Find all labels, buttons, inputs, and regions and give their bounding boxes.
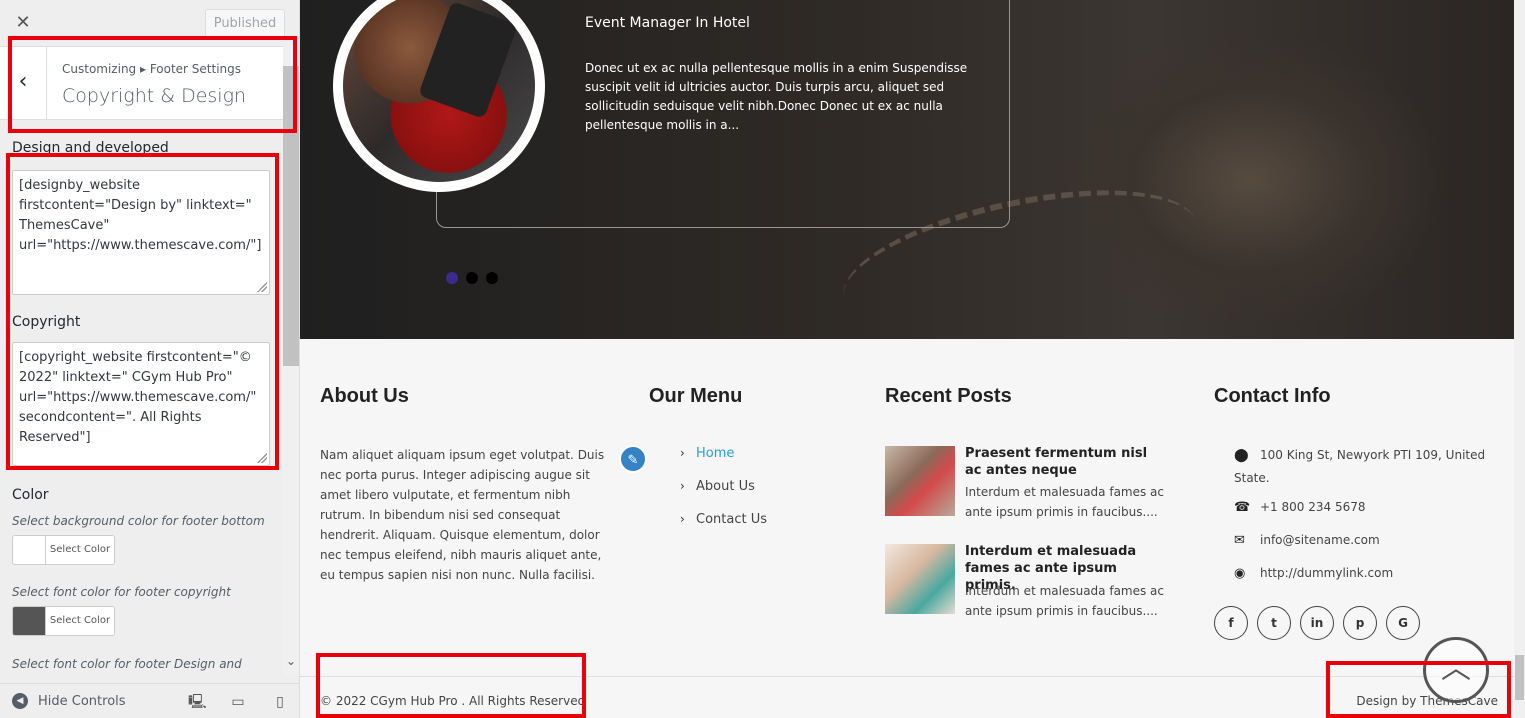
design-font-color-description: Select font color for footer Design and [12, 657, 242, 671]
footer-menu-contact[interactable]: › Contact Us [680, 512, 767, 527]
chevron-left-icon: ‹ [18, 69, 28, 94]
back-button[interactable]: ‹ [0, 47, 47, 119]
bg-color-swatch [13, 536, 45, 564]
copyright-label: Copyright [12, 314, 81, 330]
design-textarea[interactable]: [designby_website firstcontent="Design b… [12, 170, 270, 295]
about-heading: About Us [320, 385, 409, 407]
menu-item-label: Contact Us [696, 512, 767, 527]
published-button[interactable]: Published [205, 9, 285, 39]
color-heading: Color [12, 487, 49, 503]
contact-email: ✉ info@sitename.com [1234, 529, 1499, 552]
customizer-sidebar: ✕ Published ‹ Customizing ▸ Footer Setti… [0, 0, 300, 718]
site-footer: About Us Nam aliquet aliquam ipsum eget … [300, 339, 1514, 718]
contact-website: ◉ http://dummylink.com [1234, 562, 1499, 585]
google-plus-icon[interactable]: G [1386, 606, 1420, 640]
footer-menu-about[interactable]: › About Us [680, 479, 755, 494]
mobile-preview-icon[interactable]: ▯ [271, 693, 289, 711]
carousel-dot-1[interactable] [446, 272, 458, 284]
breadcrumb: Customizing ▸ Footer Settings [62, 62, 242, 76]
copyright-text: © 2022 CGym Hub Pro . All Rights Reserve… [320, 694, 586, 708]
copyright-textarea[interactable]: [copyright_website firstcontent="© 2022"… [12, 342, 270, 466]
section-header: ‹ Customizing ▸ Footer Settings Copyrigh… [0, 46, 283, 120]
envelope-icon: ✉ [1234, 533, 1245, 548]
testimonial-hero: Event Manager In Hotel Donec ut ex ac nu… [300, 0, 1514, 357]
dumbbell-icon [418, 1, 518, 119]
section-title: Copyright & Design [62, 85, 247, 107]
scrollbar-thumb[interactable] [1515, 655, 1524, 700]
select-color-label: Select Color [45, 536, 114, 564]
about-text: Nam aliquet aliquam ipsum eget volutpat.… [320, 448, 605, 582]
edit-shortcut-icon[interactable]: ✎ [619, 445, 647, 473]
chevron-right-icon: › [680, 446, 685, 460]
close-customizer-button[interactable]: ✕ [12, 12, 34, 34]
testimonial-name: Event Manager In Hotel [585, 15, 750, 31]
phone-text: +1 800 234 5678 [1260, 500, 1366, 514]
menu-item-label: Home [696, 446, 735, 461]
chevron-up-icon: ︿ [1441, 651, 1471, 686]
chevron-right-icon: › [680, 512, 685, 526]
scroll-to-top-button[interactable]: ︿ [1423, 637, 1489, 703]
tablet-preview-icon[interactable]: ▭ [229, 693, 247, 711]
post-thumbnail[interactable] [885, 446, 955, 516]
menu-item-label: About Us [696, 479, 755, 494]
post-excerpt: Interdum et malesuada fames ac ante ipsu… [965, 485, 1165, 519]
testimonial-text: Donec ut ex ac nulla pellentesque mollis… [585, 61, 968, 132]
map-pin-icon: ⬤ [1234, 448, 1249, 463]
address-text: 100 King St, Newyork PTI 109, United Sta… [1234, 448, 1486, 485]
select-color-label: Select Color [45, 607, 114, 635]
contact-phone: ☎ +1 800 234 5678 [1234, 496, 1499, 519]
sidebar-top-bar: ✕ Published [0, 0, 299, 46]
collapse-arrow-icon: ◀ [12, 693, 28, 709]
resize-grip-icon[interactable] [257, 453, 267, 463]
scrollbar-thumb[interactable] [283, 66, 299, 366]
globe-icon: ◉ [1234, 566, 1246, 581]
post-excerpt: Interdum et malesuada fames ac ante ipsu… [965, 584, 1165, 618]
site-preview: Event Manager In Hotel Donec ut ex ac nu… [300, 0, 1514, 718]
twitter-icon[interactable]: t [1257, 606, 1291, 640]
facebook-icon[interactable]: f [1214, 606, 1248, 640]
design-by-link[interactable]: Design by ThemesCave [1356, 694, 1498, 708]
post-title[interactable]: Praesent fermentum nisl ac antes neque [965, 445, 1165, 479]
carousel-dots [446, 272, 498, 284]
carousel-dot-2[interactable] [466, 272, 478, 284]
website-link[interactable]: http://dummylink.com [1260, 566, 1393, 580]
hide-controls-label: Hide Controls [38, 693, 126, 709]
posts-heading: Recent Posts [885, 385, 1012, 407]
font-color-description: Select font color for footer copyright [12, 585, 231, 599]
footer-menu-home[interactable]: › Home [680, 446, 734, 461]
footer-bottom-bar: © 2022 CGym Hub Pro . All Rights Reserve… [300, 676, 1514, 718]
preview-scrollbar[interactable] [1514, 0, 1525, 718]
menu-heading: Our Menu [649, 385, 743, 407]
post-thumbnail[interactable] [885, 544, 955, 614]
resize-grip-icon[interactable] [257, 282, 267, 292]
chevron-down-icon[interactable]: ⌄ [286, 654, 296, 668]
font-color-swatch [13, 607, 45, 635]
carousel-dot-3[interactable] [486, 272, 498, 284]
hide-controls-button[interactable]: ◀ Hide Controls [12, 693, 126, 709]
contact-address: ⬤ 100 King St, Newyork PTI 109, United St… [1234, 444, 1499, 489]
sidebar-scrollbar[interactable]: ⌄ [283, 46, 299, 676]
bg-color-picker[interactable]: Select Color [12, 535, 115, 565]
font-color-picker[interactable]: Select Color [12, 606, 115, 636]
bg-color-description: Select background color for footer botto… [12, 514, 265, 528]
linkedin-icon[interactable]: in [1300, 606, 1334, 640]
contact-heading: Contact Info [1214, 385, 1331, 407]
sidebar-footer: ◀ Hide Controls 🖳 ▭ ▯ [0, 683, 299, 718]
phone-icon: ☎ [1234, 500, 1251, 515]
email-text[interactable]: info@sitename.com [1260, 533, 1380, 547]
design-label: Design and developed [12, 140, 169, 156]
pinterest-icon[interactable]: p [1343, 606, 1377, 640]
desktop-preview-icon[interactable]: 🖳 [188, 693, 207, 711]
chevron-right-icon: › [680, 479, 685, 493]
